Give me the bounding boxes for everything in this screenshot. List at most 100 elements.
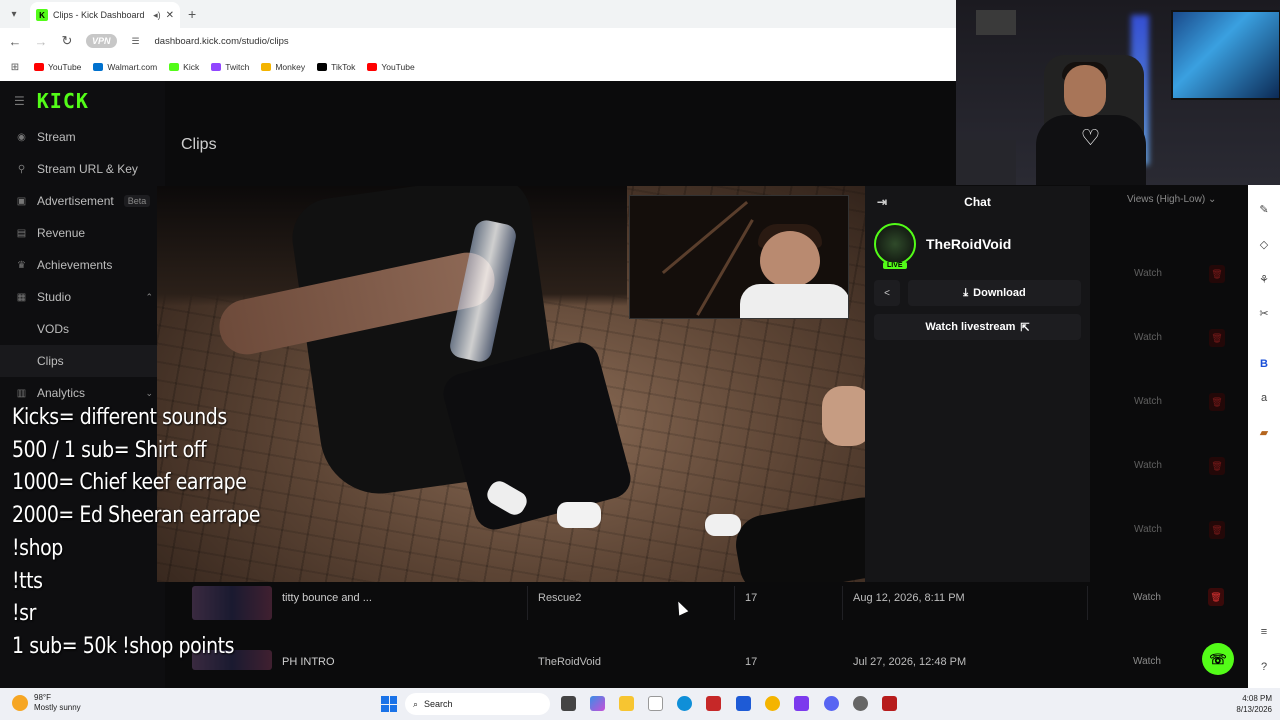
- edit-icon[interactable]: ✎: [1257, 203, 1271, 217]
- clock-time: 4:08 PM: [1242, 694, 1272, 703]
- apps-icon[interactable]: ⊞: [8, 62, 22, 73]
- support-chat-icon[interactable]: ☏: [1202, 643, 1234, 675]
- streamer-info[interactable]: LIVE TheRoidVoid: [865, 218, 1090, 270]
- app-icon-3[interactable]: [882, 696, 897, 711]
- delete-icon[interactable]: 🗑: [1209, 521, 1225, 539]
- watch-button[interactable]: Watch: [1134, 460, 1162, 471]
- chrome-icon[interactable]: [765, 696, 780, 711]
- sidebar-item-label: Clips: [37, 354, 64, 368]
- back-icon[interactable]: ←: [8, 34, 22, 49]
- file-explorer-icon[interactable]: [619, 696, 634, 711]
- watch-button[interactable]: Watch: [1134, 524, 1162, 535]
- kick-logo[interactable]: KICK: [37, 89, 89, 113]
- bookmark-youtube[interactable]: YouTube: [34, 62, 81, 72]
- system-clock[interactable]: 4:08 PM 8/13/2026: [1226, 693, 1272, 715]
- streamer-name[interactable]: TheRoidVoid: [926, 236, 1011, 252]
- store-icon[interactable]: [648, 696, 663, 711]
- bookmark-walmart[interactable]: Walmart.com: [93, 62, 157, 72]
- amazon-icon[interactable]: a: [1257, 391, 1271, 405]
- kick-icon: [169, 63, 180, 71]
- speaker-icon[interactable]: ◂): [153, 10, 161, 21]
- bookmark-tiktok[interactable]: TikTok: [317, 62, 355, 72]
- divider: [1087, 586, 1088, 620]
- sidebar-item-stream-url[interactable]: ⚲ Stream URL & Key: [0, 153, 165, 185]
- copilot-icon[interactable]: [590, 696, 605, 711]
- chevron-down-icon: ⌄: [1207, 194, 1217, 205]
- table-row[interactable]: titty bounce and ... Rescue2 17 Aug 12, …: [182, 586, 1242, 646]
- table-row-actions: Watch 🗑: [1134, 393, 1244, 416]
- app-icon-2[interactable]: [736, 696, 751, 711]
- taskbar-search[interactable]: ⌕ Search: [405, 693, 550, 715]
- windows-start-icon[interactable]: [381, 696, 397, 712]
- table-row-actions: Watch 🗑: [1134, 329, 1244, 352]
- bookmarks-bar: ⊞ YouTube Walmart.com Kick Twitch Monkey…: [0, 54, 956, 80]
- delete-icon[interactable]: 🗑: [1209, 329, 1225, 347]
- briefcase-icon[interactable]: ▰: [1257, 426, 1271, 440]
- sidebar-item-stream[interactable]: ◉ Stream: [0, 121, 165, 153]
- sidebar-item-revenue[interactable]: ▤ Revenue: [0, 217, 165, 249]
- bookmark-youtube-2[interactable]: YouTube: [367, 62, 415, 72]
- delete-icon[interactable]: 🗑: [1208, 588, 1224, 606]
- browser-side-panel: ✎ ◇ ⚘ ✂ B a ▰ ≡ ?: [1248, 185, 1280, 688]
- reload-icon[interactable]: ↻: [60, 33, 74, 49]
- close-tab-icon[interactable]: ✕: [166, 10, 174, 21]
- sidebar-item-advertisement[interactable]: ▣ Advertisement Beta: [0, 185, 165, 217]
- bookmark-monkey[interactable]: Monkey: [261, 62, 305, 72]
- tab-search-icon[interactable]: ▾: [4, 4, 24, 24]
- sidebar-item-clips[interactable]: Clips: [0, 345, 165, 377]
- collapse-chat-icon[interactable]: ⇥: [877, 195, 887, 209]
- help-icon[interactable]: ?: [1257, 660, 1271, 674]
- download-button[interactable]: ⤓ Download: [908, 280, 1081, 306]
- sidebar-item-label: Studio: [37, 290, 72, 304]
- watch-button[interactable]: Watch: [1133, 592, 1161, 603]
- grid-icon: ▦: [16, 291, 27, 303]
- bookmark-twitch[interactable]: Twitch: [211, 62, 249, 72]
- webcam-background: [976, 10, 1016, 35]
- settings-icon[interactable]: [853, 696, 868, 711]
- sort-dropdown[interactable]: Views (High-Low) ⌄: [1127, 194, 1216, 205]
- settings-sliders-icon[interactable]: ≡: [1257, 625, 1271, 639]
- app-icon[interactable]: [706, 696, 721, 711]
- watch-button[interactable]: Watch: [1134, 396, 1162, 407]
- clip-views: 17: [745, 656, 758, 668]
- overlay-line: !shop: [12, 535, 63, 561]
- tools-icon[interactable]: ✂: [1257, 307, 1271, 321]
- overlay-line: !tts: [12, 568, 43, 594]
- task-view-icon[interactable]: [561, 696, 576, 711]
- watch-livestream-button[interactable]: Watch livestream ⇱: [874, 314, 1081, 340]
- vpn-badge[interactable]: VPN: [86, 34, 117, 48]
- forward-icon[interactable]: →: [34, 34, 48, 49]
- obs-icon[interactable]: [794, 696, 809, 711]
- screen: ▾ K Clips - Kick Dashboard ◂) ✕ + ← → ↻ …: [0, 0, 1280, 720]
- new-tab-icon[interactable]: +: [188, 6, 196, 22]
- bookmark-kick[interactable]: Kick: [169, 62, 199, 72]
- overlay-line: Kicks= different sounds: [12, 405, 227, 430]
- delete-icon[interactable]: 🗑: [1209, 457, 1225, 475]
- watch-button[interactable]: Watch: [1134, 332, 1162, 343]
- tv-screen: [1171, 10, 1280, 100]
- divider: [842, 586, 843, 620]
- browser-tab[interactable]: K Clips - Kick Dashboard ◂) ✕: [30, 2, 180, 28]
- delete-icon[interactable]: 🗑: [1209, 393, 1225, 411]
- sidebar-item-vods[interactable]: VODs: [0, 313, 165, 345]
- beta-badge: Beta: [123, 195, 151, 207]
- clip-channel[interactable]: Rescue2: [538, 592, 581, 604]
- clip-channel[interactable]: TheRoidVoid: [538, 656, 601, 668]
- games-icon[interactable]: ⚘: [1257, 273, 1271, 287]
- bing-icon[interactable]: B: [1257, 357, 1271, 371]
- avatar[interactable]: LIVE: [874, 223, 916, 269]
- share-icon[interactable]: <: [874, 280, 900, 306]
- site-info-icon[interactable]: ☰: [129, 36, 143, 47]
- weather-widget[interactable]: 98°F Mostly sunny: [12, 693, 81, 713]
- tag-icon[interactable]: ◇: [1257, 238, 1271, 252]
- watch-button[interactable]: Watch: [1133, 656, 1161, 667]
- sidebar-item-achievements[interactable]: ♛ Achievements: [0, 249, 165, 281]
- watch-button[interactable]: Watch: [1134, 268, 1162, 279]
- sidebar-item-studio[interactable]: ▦ Studio ⌃: [0, 281, 165, 313]
- menu-icon[interactable]: ☰: [14, 94, 25, 108]
- edge-icon[interactable]: [677, 696, 692, 711]
- sneaker: [705, 514, 741, 536]
- delete-icon[interactable]: 🗑: [1209, 265, 1225, 283]
- discord-icon[interactable]: [824, 696, 839, 711]
- url-field[interactable]: dashboard.kick.com/studio/clips: [155, 36, 289, 47]
